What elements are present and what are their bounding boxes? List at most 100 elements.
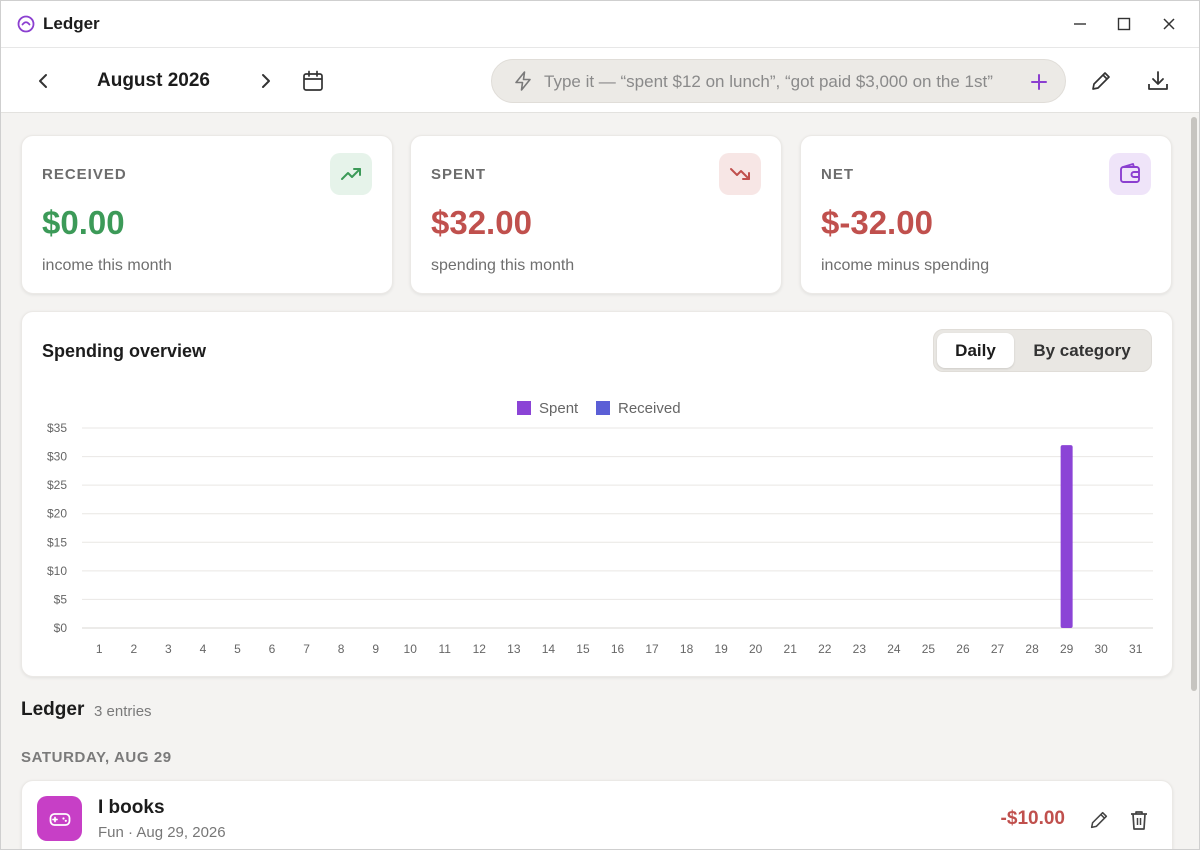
legend-label: Spent xyxy=(539,400,579,417)
maximize-button[interactable] xyxy=(1113,13,1135,35)
spent-label: SPENT xyxy=(431,166,487,183)
spent-card: SPENT $32.00 spending this month xyxy=(410,135,782,294)
edit-button[interactable] xyxy=(1088,68,1114,94)
chevron-left-icon xyxy=(39,74,47,88)
net-label: NET xyxy=(821,166,854,183)
received-value: $0.00 xyxy=(42,204,125,241)
next-month-button[interactable] xyxy=(253,68,279,94)
spent-sub: spending this month xyxy=(431,257,575,274)
close-button[interactable] xyxy=(1158,13,1180,35)
x-tick-label: 21 xyxy=(784,642,798,656)
current-month: August 2026 xyxy=(97,70,210,91)
x-tick-label: 7 xyxy=(303,642,310,656)
y-tick-label: $10 xyxy=(47,564,67,578)
previous-month-button[interactable] xyxy=(30,68,56,94)
x-tick-label: 31 xyxy=(1129,642,1143,656)
quick-entry-input[interactable] xyxy=(544,70,1012,94)
spending-overview-card: Spending overview Daily By category Spen… xyxy=(21,311,1173,677)
net-value: $-32.00 xyxy=(821,204,933,241)
plus-icon xyxy=(1031,74,1047,90)
x-tick-label: 16 xyxy=(611,642,625,656)
x-tick-label: 11 xyxy=(439,642,452,656)
app-title: Ledger xyxy=(43,14,100,33)
quick-entry-bar xyxy=(491,59,1066,103)
edit-entry-button[interactable] xyxy=(1087,808,1111,832)
toolbar: August 2026 xyxy=(1,47,1199,113)
x-tick-label: 17 xyxy=(645,642,659,656)
y-tick-label: $35 xyxy=(47,421,67,435)
x-tick-label: 10 xyxy=(404,642,418,656)
x-tick-label: 28 xyxy=(1025,642,1039,656)
x-tick-label: 4 xyxy=(200,642,207,656)
ledger-count: 3 entries xyxy=(94,703,152,720)
x-tick-label: 24 xyxy=(887,642,901,656)
x-tick-label: 30 xyxy=(1094,642,1108,656)
x-tick-label: 5 xyxy=(234,642,241,656)
gamepad-icon xyxy=(37,796,82,841)
x-tick-label: 1 xyxy=(96,642,103,656)
x-tick-label: 3 xyxy=(165,642,172,656)
y-tick-label: $0 xyxy=(54,621,68,635)
x-tick-label: 2 xyxy=(130,642,137,656)
x-tick-label: 12 xyxy=(473,642,487,656)
bar-spent xyxy=(1060,445,1073,628)
download-icon xyxy=(1148,71,1168,90)
add-entry-button[interactable] xyxy=(1026,69,1052,95)
x-tick-label: 6 xyxy=(269,642,276,656)
x-tick-label: 18 xyxy=(680,642,694,656)
received-label: RECEIVED xyxy=(42,166,127,183)
minimize-icon xyxy=(1074,23,1086,25)
legend-swatch xyxy=(596,401,610,415)
lightning-icon xyxy=(515,71,531,91)
y-tick-label: $5 xyxy=(54,592,68,606)
chevron-right-icon xyxy=(262,74,270,88)
x-tick-label: 14 xyxy=(542,642,556,656)
x-tick-label: 13 xyxy=(507,642,521,656)
entry-name: I books xyxy=(98,797,165,818)
spent-value: $32.00 xyxy=(431,204,532,241)
entry-amount: -$10.00 xyxy=(1000,808,1065,829)
x-tick-label: 25 xyxy=(922,642,936,656)
x-tick-label: 20 xyxy=(749,642,763,656)
calendar-icon xyxy=(303,70,323,91)
delete-entry-button[interactable] xyxy=(1127,808,1151,832)
net-sub: income minus spending xyxy=(821,257,990,274)
title-bar: Ledger xyxy=(1,1,1199,47)
y-tick-label: $15 xyxy=(47,535,67,549)
received-card: RECEIVED $0.00 income this month xyxy=(21,135,393,294)
pencil-icon xyxy=(1092,72,1110,90)
app-window: Ledger August 2026 Type it — “spent $12 … xyxy=(0,0,1200,850)
daily-spending-chart: Spent Received$0$5$10$15$20$25$30$351 2 3 4 5… xyxy=(47,400,1153,656)
scrollbar[interactable] xyxy=(1191,117,1197,691)
y-tick-label: $20 xyxy=(47,507,67,521)
trending-up-icon xyxy=(330,153,372,195)
x-tick-label: 8 xyxy=(338,642,345,656)
trending-down-icon xyxy=(719,153,761,195)
x-tick-label: 15 xyxy=(576,642,590,656)
app-logo-icon xyxy=(17,15,35,33)
x-tick-label: 26 xyxy=(956,642,970,656)
legend-swatch xyxy=(517,401,531,415)
minimize-button[interactable] xyxy=(1069,13,1091,35)
pencil-icon xyxy=(1090,811,1108,829)
x-tick-label: 27 xyxy=(991,642,1005,656)
maximize-icon xyxy=(1117,17,1131,31)
y-tick-label: $30 xyxy=(47,450,67,464)
day-header: SATURDAY, AUG 29 xyxy=(21,749,172,766)
received-sub: income this month xyxy=(42,257,172,274)
main-content: RECEIVED $0.00 income this month SPENT $… xyxy=(1,114,1199,849)
wallet-icon xyxy=(1109,153,1151,195)
ledger-title: Ledger xyxy=(21,699,85,720)
x-tick-label: 29 xyxy=(1060,642,1074,656)
calendar-button[interactable] xyxy=(300,68,326,94)
y-tick-label: $25 xyxy=(47,478,67,492)
net-card: NET $-32.00 income minus spending xyxy=(800,135,1172,294)
entry-meta: Fun · Aug 29, 2026 xyxy=(98,824,226,841)
x-tick-label: 19 xyxy=(714,642,728,656)
x-tick-label: 22 xyxy=(818,642,832,656)
x-tick-label: 23 xyxy=(853,642,867,656)
close-icon xyxy=(1163,18,1175,30)
export-button[interactable] xyxy=(1145,68,1171,94)
legend-label: Received xyxy=(618,400,681,417)
ledger-entry[interactable]: I books Fun · Aug 29, 2026 -$10.00 xyxy=(21,780,1173,849)
